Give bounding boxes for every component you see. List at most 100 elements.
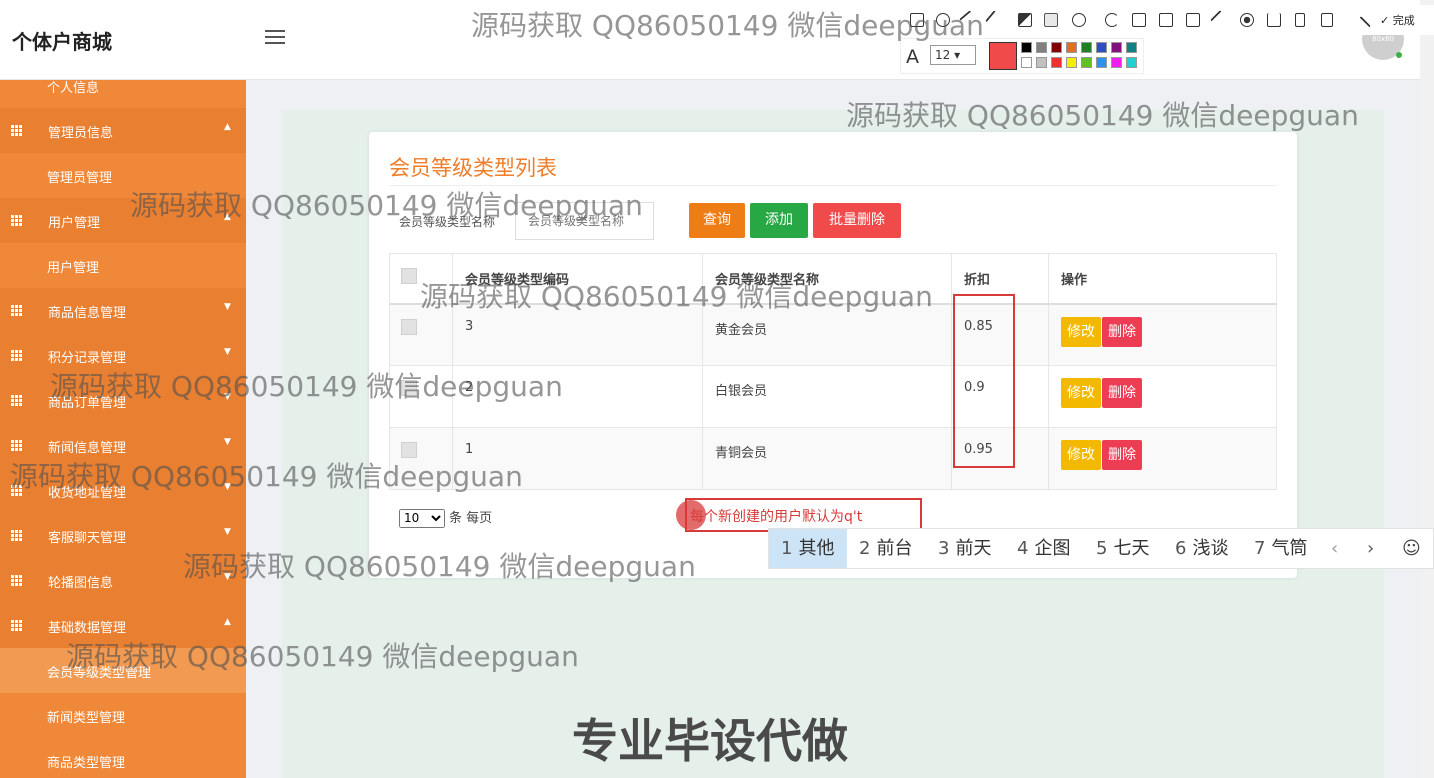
- ime-prev-icon[interactable]: ‹: [1331, 529, 1338, 568]
- sidebar-group-goods-info[interactable]: 商品信息管理 ▼: [0, 288, 246, 333]
- batch-delete-button[interactable]: 批量删除: [813, 203, 901, 238]
- sidebar-group-address[interactable]: 收货地址管理 ▼: [0, 468, 246, 513]
- page-size-select[interactable]: 10: [399, 508, 445, 528]
- sidebar-item-personal-info[interactable]: 个人信息: [0, 80, 246, 108]
- color-swatch[interactable]: [1096, 57, 1107, 68]
- phone-icon[interactable]: [1295, 13, 1305, 27]
- candidate-text: 企图: [1034, 538, 1071, 559]
- sidebar-group-admin-info[interactable]: 管理员信息 ▲: [0, 108, 246, 153]
- select-all-checkbox[interactable]: [401, 268, 417, 285]
- row-checkbox[interactable]: [401, 442, 417, 458]
- sidebar-group-base-data[interactable]: 基础数据管理 ▲: [0, 603, 246, 648]
- sidebar-item-label: 收货地址管理: [48, 486, 127, 501]
- screenshot-done-button[interactable]: ✓ 完成: [1380, 12, 1415, 28]
- sidebar-group-points[interactable]: 积分记录管理 ▼: [0, 333, 246, 378]
- color-swatch[interactable]: [1021, 57, 1032, 68]
- ime-next-icon[interactable]: ›: [1367, 529, 1374, 568]
- bookmark-icon[interactable]: [1321, 13, 1333, 27]
- caret-down-icon: ▼: [224, 527, 231, 537]
- mosaic-tool-icon[interactable]: [1018, 13, 1032, 27]
- sidebar-group-chat[interactable]: 客服聊天管理 ▼: [0, 513, 246, 558]
- ocr-icon[interactable]: [1186, 13, 1200, 27]
- query-button[interactable]: 查询: [689, 203, 745, 238]
- sidebar-item-member-level-type[interactable]: 会员等级类型管理: [0, 648, 246, 693]
- font-size-select[interactable]: 12 ▾: [930, 45, 976, 65]
- candidate-number: 1: [781, 538, 793, 559]
- add-button[interactable]: 添加: [750, 203, 808, 238]
- sidebar-item-label: 管理员管理: [47, 171, 113, 186]
- ime-candidate[interactable]: 3 前天: [938, 529, 991, 568]
- pin-icon[interactable]: [1210, 10, 1230, 30]
- close-icon[interactable]: [1351, 16, 1371, 36]
- color-swatch[interactable]: [1051, 42, 1062, 53]
- sidebar-item-user-manage[interactable]: 用户管理: [0, 243, 246, 288]
- ime-emoji-icon[interactable]: ☺: [1402, 529, 1421, 568]
- candidate-text: 浅谈: [1192, 538, 1229, 559]
- color-swatch[interactable]: [1111, 57, 1122, 68]
- ime-candidate-bar: 1 其他 2 前台 3 前天 4 企图 5 七天 6 浅谈 7 气筒 ‹ › ☺: [768, 528, 1434, 569]
- text-tool-icon[interactable]: [1044, 13, 1058, 27]
- edit-button[interactable]: 修改: [1061, 316, 1101, 347]
- page-scrollbar[interactable]: [1420, 0, 1434, 778]
- sidebar-item-news-type[interactable]: 新闻类型管理: [0, 693, 246, 738]
- color-swatch[interactable]: [1126, 42, 1137, 53]
- delete-button[interactable]: 删除: [1102, 440, 1142, 470]
- delete-button[interactable]: 删除: [1102, 378, 1142, 408]
- current-color-swatch[interactable]: [989, 42, 1017, 70]
- done-label: 完成: [1392, 14, 1415, 27]
- sidebar-group-news[interactable]: 新闻信息管理 ▼: [0, 423, 246, 468]
- color-swatch[interactable]: [1126, 57, 1137, 68]
- color-swatch[interactable]: [1036, 42, 1047, 53]
- pen-tool-icon[interactable]: [985, 10, 1005, 30]
- scissors-icon[interactable]: [1132, 13, 1146, 27]
- color-swatch[interactable]: [1066, 42, 1077, 53]
- color-swatch[interactable]: [1081, 42, 1092, 53]
- sidebar-item-goods-type[interactable]: 商品类型管理: [0, 738, 246, 778]
- ellipse-tool-icon[interactable]: [936, 13, 950, 27]
- number-tool-icon[interactable]: [1072, 13, 1086, 27]
- color-swatch[interactable]: [1111, 42, 1122, 53]
- color-swatch[interactable]: [1021, 42, 1032, 53]
- caret-down-icon: ▼: [224, 482, 231, 492]
- ime-candidate[interactable]: 6 浅谈: [1175, 529, 1228, 568]
- grid-icon: [11, 125, 23, 137]
- color-swatch[interactable]: [1096, 42, 1107, 53]
- ime-candidate[interactable]: 1 其他: [769, 529, 847, 568]
- arrow-tool-icon[interactable]: [959, 10, 979, 30]
- ime-candidate[interactable]: 7 气筒: [1254, 529, 1307, 568]
- sidebar-group-user[interactable]: 用户管理 ▲: [0, 198, 246, 243]
- menu-toggle-icon[interactable]: [265, 30, 285, 46]
- grid-icon: [11, 440, 23, 452]
- translate-icon[interactable]: [1159, 13, 1173, 27]
- cell-code: 3: [452, 303, 703, 366]
- ime-candidate[interactable]: 4 企图: [1017, 529, 1070, 568]
- cell-name: 黄金会员: [702, 303, 952, 366]
- color-swatch[interactable]: [1081, 57, 1092, 68]
- color-swatch[interactable]: [1066, 57, 1077, 68]
- ime-candidate[interactable]: 5 七天: [1096, 529, 1149, 568]
- search-input[interactable]: [515, 202, 654, 240]
- edit-button[interactable]: 修改: [1061, 378, 1101, 408]
- sidebar-item-label: 用户管理: [47, 261, 100, 276]
- row-checkbox[interactable]: [401, 380, 417, 396]
- cell-name: 青铜会员: [702, 427, 952, 490]
- row-checkbox[interactable]: [401, 318, 417, 335]
- cell-code: 1: [452, 427, 703, 490]
- download-icon[interactable]: [1267, 13, 1281, 27]
- rectangle-tool-icon[interactable]: [910, 13, 924, 27]
- color-swatch[interactable]: [1051, 57, 1062, 68]
- sidebar-group-orders[interactable]: 商品订单管理 ▼: [0, 378, 246, 423]
- delete-button[interactable]: 删除: [1102, 316, 1142, 347]
- caret-up-icon: ▲: [224, 617, 231, 627]
- ime-candidate[interactable]: 2 前台: [859, 529, 912, 568]
- edit-button[interactable]: 修改: [1061, 440, 1101, 470]
- sidebar-group-carousel[interactable]: 轮播图信息 ▼: [0, 558, 246, 603]
- color-swatch[interactable]: [1036, 57, 1047, 68]
- sidebar-item-admin-manage[interactable]: 管理员管理: [0, 153, 246, 198]
- font-icon: A: [906, 46, 919, 68]
- caret-down-icon: ▼: [224, 572, 231, 582]
- page-size-suffix: 条 每页: [449, 511, 493, 526]
- search-label: 会员等级类型名称: [399, 215, 496, 229]
- record-icon[interactable]: [1240, 13, 1254, 27]
- undo-icon[interactable]: [1105, 13, 1119, 27]
